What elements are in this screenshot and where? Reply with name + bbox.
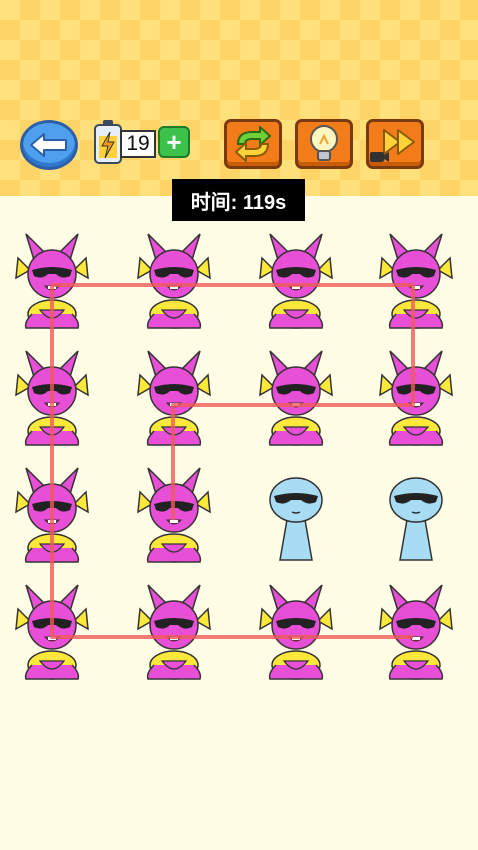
- pink-character-tile[interactable]: [134, 581, 214, 681]
- lightbulb-icon: [310, 125, 338, 161]
- pink-character-tile[interactable]: [376, 230, 456, 330]
- energy-count: 19: [120, 130, 156, 158]
- pink-character-tile[interactable]: [376, 581, 456, 681]
- refresh-arrows-icon: [234, 126, 272, 162]
- hint-button[interactable]: [295, 119, 353, 169]
- pink-character-tile[interactable]: [12, 581, 92, 681]
- energy-counter: 19 +: [90, 120, 200, 166]
- back-button[interactable]: [20, 120, 78, 170]
- connection-path: [50, 283, 413, 639]
- skip-level-button[interactable]: [366, 119, 424, 169]
- timer-display: 时间: 119s: [172, 179, 305, 221]
- blue-character-tile[interactable]: [376, 464, 456, 564]
- battery-lightning-icon: [94, 120, 122, 164]
- pink-character-tile[interactable]: [256, 581, 336, 681]
- pink-character-tile[interactable]: [12, 230, 92, 330]
- pink-character-tile[interactable]: [376, 347, 456, 447]
- pink-character-tile[interactable]: [134, 464, 214, 564]
- pink-character-tile[interactable]: [134, 347, 214, 447]
- blue-character-tile[interactable]: [256, 464, 336, 564]
- pink-character-tile[interactable]: [12, 347, 92, 447]
- add-energy-button[interactable]: +: [158, 126, 190, 158]
- pink-character-tile[interactable]: [134, 230, 214, 330]
- pink-character-tile[interactable]: [256, 347, 336, 447]
- pink-character-tile[interactable]: [12, 464, 92, 564]
- restart-button[interactable]: [224, 119, 282, 169]
- back-arrow-icon: [30, 133, 67, 157]
- pink-character-tile[interactable]: [256, 230, 336, 330]
- fast-forward-video-icon: [370, 129, 415, 162]
